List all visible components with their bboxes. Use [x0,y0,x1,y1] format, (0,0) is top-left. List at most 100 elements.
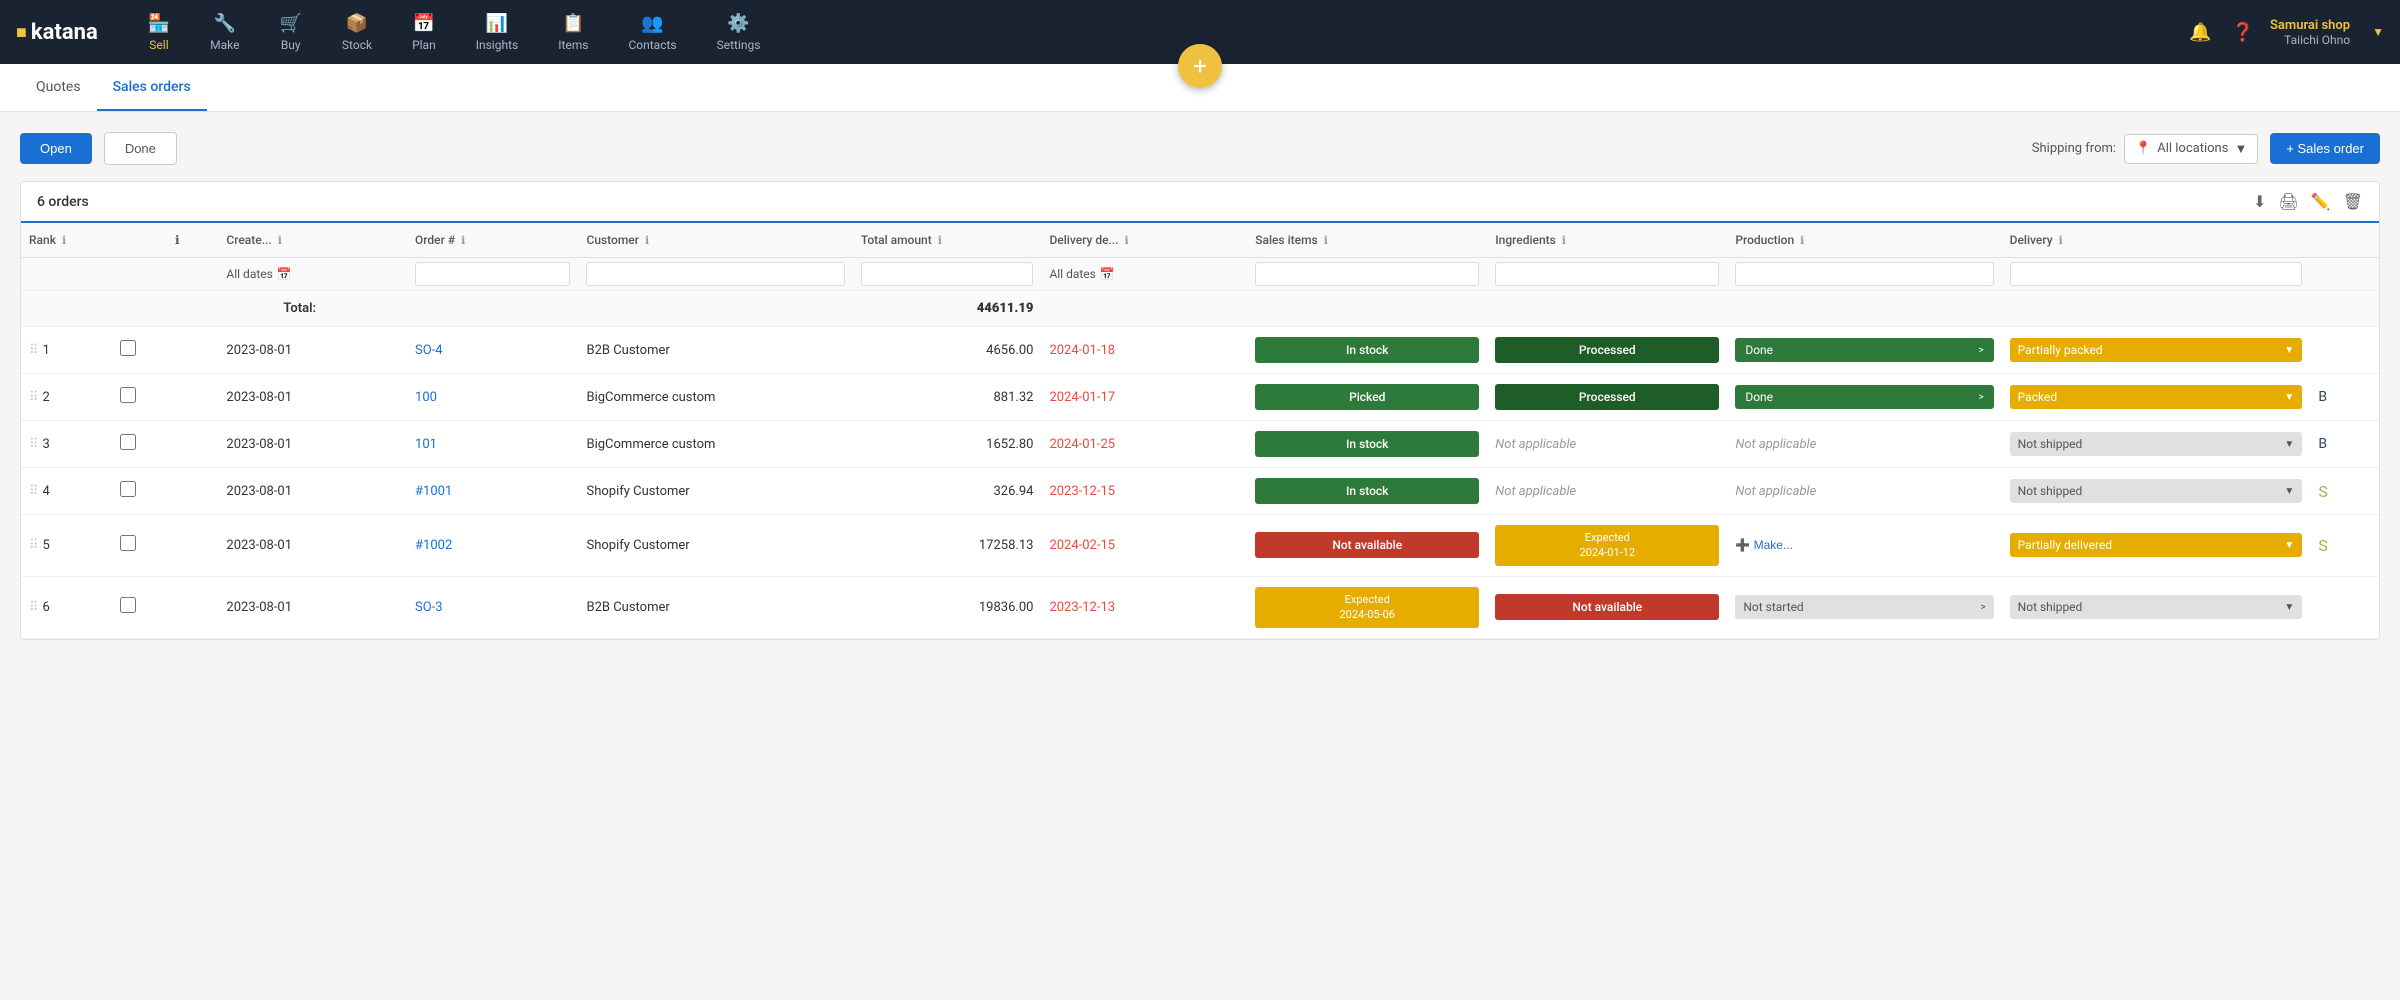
app-logo[interactable]: ■ katana [16,20,98,45]
delivery-date-cell: 2024-01-17 [1041,374,1247,421]
delivery-badge[interactable]: Packed ▼ [2010,385,2303,409]
delivery-cell: Partially delivered ▼ [2002,515,2311,577]
calendar-icon[interactable]: 📅 [277,267,292,281]
new-sales-order-button[interactable]: + Sales order [2270,133,2380,164]
checkbox-cell [112,468,167,515]
production-filter-input[interactable] [1735,262,1993,286]
nav-item-insights[interactable]: 📊 Insights [456,0,538,64]
customer-filter-input[interactable] [586,262,844,286]
stock-icon: 📦 [346,13,368,34]
bigcommerce-icon: B [2318,389,2327,405]
nav-item-items[interactable]: 📋 Items [538,0,608,64]
notifications-icon[interactable]: 🔔 [2189,22,2211,43]
customer-cell: B2B Customer [578,576,852,638]
row-checkbox[interactable] [120,597,136,613]
delivery-date-value: 2024-01-25 [1049,437,1115,452]
open-button[interactable]: Open [20,133,92,164]
created-date-cell: 2023-08-01 [218,327,407,374]
table-row[interactable]: ⠿4 2023-08-01 #1001 Shopify Customer 326… [21,468,2379,515]
order-filter-input[interactable] [415,262,570,286]
table-column-headers: Rank ℹ ℹ Create... ℹ Order # ℹ Customer [21,223,2379,258]
sell-icon: 🏪 [148,13,170,34]
checkbox-cell [112,327,167,374]
help-icon[interactable]: ❓ [2232,22,2254,43]
customer-cell: Shopify Customer [578,515,852,577]
row-icon-cell [2310,327,2379,374]
done-button[interactable]: Done [104,132,177,165]
nav-item-make[interactable]: 🔧 Make [190,0,259,64]
delivery-badge[interactable]: Not shipped ▼ [2010,432,2303,456]
table-row[interactable]: ⠿6 2023-08-01 SO-3 B2B Customer 19836.00… [21,576,2379,638]
row-checkbox[interactable] [120,434,136,450]
location-select[interactable]: 📍 All locations ▼ [2124,134,2258,164]
make-button[interactable]: ➕ Make... [1735,538,1793,552]
info-cell [167,374,218,421]
created-date-filter[interactable]: All dates 📅 [226,267,399,281]
edit-icon[interactable]: ✏️ [2311,192,2331,211]
nav-item-stock[interactable]: 📦 Stock [322,0,392,64]
table-row[interactable]: ⠿3 2023-08-01 101 BigCommerce custom 165… [21,421,2379,468]
nav-item-buy[interactable]: 🛒 Buy [260,0,322,64]
add-button-circle[interactable]: + [1178,44,1222,88]
production-badge[interactable]: Done > [1735,385,1993,409]
nav-item-sell[interactable]: 🏪 Sell [128,0,190,64]
order-link[interactable]: #1002 [415,538,452,553]
delivery-calendar-icon[interactable]: 📅 [1100,267,1115,281]
drag-handle[interactable]: ⠿ [29,484,39,499]
order-link[interactable]: 100 [415,390,437,405]
drag-handle[interactable]: ⠿ [29,600,39,615]
table-row[interactable]: ⠿2 2023-08-01 100 BigCommerce custom 881… [21,374,2379,421]
amount-filter-input[interactable] [861,262,1034,286]
delivery-date-value: 2023-12-15 [1049,484,1115,499]
delivery-badge[interactable]: Partially delivered ▼ [2010,533,2303,557]
delivery-date-value: 2024-02-15 [1049,538,1115,553]
print-icon[interactable]: 🖨 [2278,192,2298,211]
order-link[interactable]: #1001 [415,484,452,499]
sales-items-badge: Expected2024-05-06 [1255,587,1479,628]
drag-handle[interactable]: ⠿ [29,538,39,553]
row-checkbox[interactable] [120,535,136,551]
delivery-filter-input[interactable] [2010,262,2303,286]
shop-name: Samurai shop [2270,18,2350,33]
drag-handle[interactable]: ⠿ [29,437,39,452]
order-link[interactable]: SO-4 [415,343,443,358]
table-row[interactable]: ⠿5 2023-08-01 #1002 Shopify Customer 172… [21,515,2379,577]
production-badge[interactable]: Done > [1735,338,1993,362]
nav-item-contacts[interactable]: 👥 Contacts [608,0,696,64]
created-date-cell: 2023-08-01 [218,576,407,638]
col-order-num: Order # ℹ [407,223,578,258]
row-checkbox[interactable] [120,481,136,497]
contacts-icon: 👥 [641,13,663,34]
sales-items-cell: In stock [1247,421,1487,468]
shop-dropdown-icon[interactable]: ▼ [2372,25,2384,39]
row-checkbox[interactable] [120,340,136,356]
rank-cell: ⠿3 [21,421,112,468]
amount-info-icon: ℹ [938,234,942,247]
sales-items-filter-input[interactable] [1255,262,1479,286]
production-badge[interactable]: Not started > [1735,595,1993,619]
delivery-cell: Partially packed ▼ [2002,327,2311,374]
order-num-cell: #1001 [407,468,578,515]
rank-cell: ⠿2 [21,374,112,421]
ingredients-cell: Not applicable [1487,468,1727,515]
drag-handle[interactable]: ⠿ [29,343,39,358]
delivery-badge[interactable]: Partially packed ▼ [2010,338,2303,362]
orders-table-section: 6 orders ⬇ 🖨 ✏️ 🗑 Rank ℹ ℹ Create... [20,181,2380,640]
table-row[interactable]: ⠿1 2023-08-01 SO-4 B2B Customer 4656.00 … [21,327,2379,374]
tab-quotes[interactable]: Quotes [20,65,97,111]
insights-icon: 📊 [486,13,508,34]
download-icon[interactable]: ⬇ [2253,192,2266,211]
delivery-date-filter[interactable]: All dates 📅 [1049,267,1239,281]
nav-item-settings[interactable]: ⚙️ Settings [697,0,781,64]
order-link[interactable]: SO-3 [415,600,443,615]
tab-sales-orders[interactable]: Sales orders [97,65,207,111]
ingredients-filter-input[interactable] [1495,262,1719,286]
drag-handle[interactable]: ⠿ [29,390,39,405]
delete-icon[interactable]: 🗑 [2343,192,2363,211]
delivery-badge[interactable]: Not shipped ▼ [2010,595,2303,619]
row-checkbox[interactable] [120,387,136,403]
delivery-badge[interactable]: Not shipped ▼ [2010,479,2303,503]
order-link[interactable]: 101 [415,437,437,452]
col-checkbox [112,223,167,258]
nav-item-plan[interactable]: 📅 Plan [392,0,456,64]
